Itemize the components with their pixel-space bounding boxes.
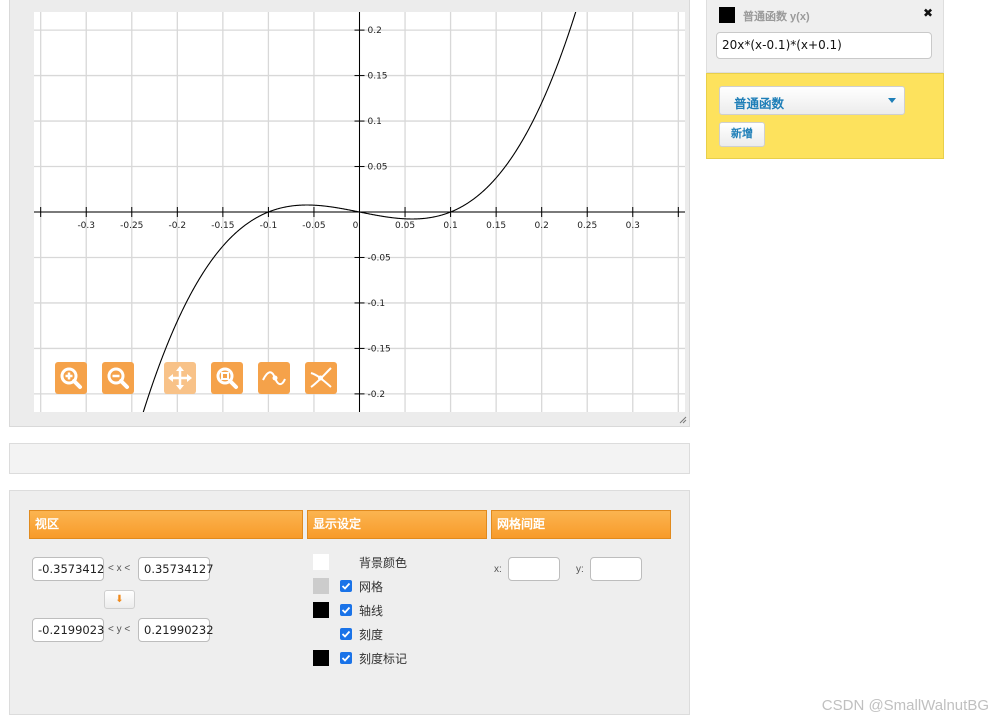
grid-spacing-header: 网格间距 — [491, 510, 671, 539]
move-button[interactable] — [164, 362, 196, 394]
grid-x-input[interactable] — [508, 557, 560, 581]
xmax-input[interactable]: 0.35734127 — [138, 557, 214, 581]
x-tick-label: -0.15 — [211, 221, 234, 231]
grid-label: 网格 — [359, 580, 384, 594]
swap-button[interactable]: ⬇ — [104, 590, 135, 609]
grid-color-swatch[interactable] — [313, 578, 329, 594]
resize-grip-icon[interactable] — [679, 416, 687, 424]
zoom-out-icon — [107, 367, 129, 389]
function-plot[interactable]: -0.3 -0.25 -0.2 -0.15 -0.1 -0.05 0 0.05 0.1 0.15 0… — [34, 12, 685, 412]
zoom-fit-button[interactable] — [211, 362, 243, 394]
check-icon — [341, 606, 351, 614]
add-function-button[interactable]: 新增 — [719, 122, 765, 147]
background-color-swatch[interactable] — [313, 554, 329, 570]
zoom-fit-icon — [216, 367, 238, 389]
function-type-select-value: 普通函数 — [734, 97, 785, 111]
y-tick-label: -0.05 — [367, 253, 390, 263]
viewport-header: 视区 — [29, 510, 303, 539]
y-tick-label: -0.2 — [367, 390, 385, 400]
x-tick-label: 0.15 — [486, 221, 506, 231]
x-tick-label: 0 — [353, 221, 359, 231]
function-card: 普通函数 y(x) ✖ 20x*(x-0.1)*(x+0.1) — [706, 0, 944, 73]
move-icon — [168, 366, 192, 390]
x-range-label: < x < — [108, 563, 131, 574]
ticks-label: 刻度 — [359, 628, 384, 642]
add-function-panel: 普通函数 新增 — [706, 73, 944, 159]
axis-label: 轴线 — [359, 604, 384, 618]
x-tick-label: -0.25 — [120, 221, 143, 231]
check-icon — [341, 654, 351, 662]
zoom-in-icon — [60, 367, 82, 389]
graph-panel: -0.3 -0.25 -0.2 -0.15 -0.1 -0.05 0 0.05 0.1 0.15 0… — [9, 0, 690, 427]
x-tick-label: 0.25 — [577, 221, 597, 231]
y-tick-label: 0.1 — [367, 117, 381, 127]
y-tick-label: -0.15 — [367, 344, 390, 354]
intersection-button[interactable] — [305, 362, 337, 394]
xmin-input[interactable]: -0.3573412 — [32, 557, 104, 581]
display-settings-header: 显示设定 — [307, 510, 487, 539]
axis-color-swatch[interactable] — [313, 602, 329, 618]
arrow-down-icon: ⬇ — [115, 594, 124, 605]
y-tick-label: 0.05 — [367, 163, 387, 173]
x-tick-label: -0.3 — [77, 221, 95, 231]
x-tick-label: -0.2 — [169, 221, 187, 231]
intersection-icon — [310, 367, 332, 388]
y-tick-label: 0.2 — [367, 26, 381, 36]
zoom-in-button[interactable] — [55, 362, 87, 394]
grid-x-label: x: — [494, 564, 502, 575]
x-tick-label: -0.05 — [302, 221, 325, 231]
y-range-label: < y < — [108, 624, 131, 635]
tick-labels-color-swatch[interactable] — [313, 650, 329, 666]
trace-point-icon — [262, 371, 286, 386]
x-tick-label: 0.2 — [535, 221, 549, 231]
trace-point-button[interactable] — [258, 362, 290, 394]
function-color-swatch[interactable] — [719, 7, 735, 23]
function-expression-input[interactable]: 20x*(x-0.1)*(x+0.1) — [716, 32, 932, 59]
tick-labels-checkbox[interactable] — [340, 652, 352, 664]
settings-panel: 视区 -0.3573412 < x < 0.35734127 ⬇ -0.2199… — [9, 490, 690, 715]
zoom-out-button[interactable] — [102, 362, 134, 394]
y-tick-label: 0.15 — [367, 72, 387, 82]
grid-checkbox[interactable] — [340, 580, 352, 592]
grid-y-label: y: — [576, 564, 584, 575]
ticks-checkbox[interactable] — [340, 628, 352, 640]
ymin-input[interactable]: -0.2199023 — [32, 618, 104, 642]
check-icon — [341, 630, 351, 638]
graph-canvas[interactable]: -0.3 -0.25 -0.2 -0.15 -0.1 -0.05 0 0.05 0.1 0.15 0… — [34, 12, 685, 412]
axis-checkbox[interactable] — [340, 604, 352, 616]
x-tick-label: 0.05 — [395, 221, 415, 231]
close-icon[interactable]: ✖ — [923, 6, 933, 20]
x-tick-label: 0.1 — [443, 221, 457, 231]
chevron-down-icon — [888, 98, 896, 103]
x-tick-label: -0.1 — [260, 221, 278, 231]
function-type-select[interactable]: 普通函数 — [719, 86, 905, 115]
function-type-title: 普通函数 y(x) — [743, 11, 810, 23]
background-color-label: 背景颜色 — [359, 556, 408, 570]
tick-labels-label: 刻度标记 — [359, 652, 408, 666]
ymax-input[interactable]: 0.21990232 — [138, 618, 214, 642]
y-tick-label: -0.1 — [367, 299, 385, 309]
grid-y-input[interactable] — [590, 557, 642, 581]
check-icon — [341, 582, 351, 590]
status-bar — [9, 443, 690, 474]
x-tick-label: 0.3 — [626, 221, 640, 231]
watermark: CSDN @SmallWalnutBG — [821, 697, 989, 714]
